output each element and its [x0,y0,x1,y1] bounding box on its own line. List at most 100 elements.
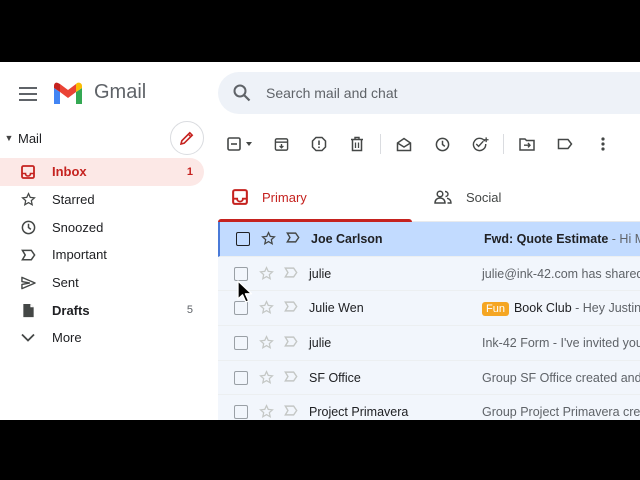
select-all-dropdown[interactable] [218,130,262,158]
search-bar[interactable]: Search mail and chat [218,72,640,114]
snooze-button[interactable] [423,130,461,158]
email-sender: Julie Wen [309,301,364,316]
row-checkbox[interactable] [236,231,250,246]
sidebar-item-label: Starred [52,192,95,208]
people-icon [434,190,452,204]
delete-button[interactable] [338,130,376,158]
gmail-logo[interactable]: Gmail [52,80,146,104]
star-icon[interactable] [259,300,274,318]
labels-button[interactable] [546,130,584,158]
tab-primary[interactable]: Primary [218,172,412,222]
tab-label: Primary [262,189,307,205]
sidebar-item-label: Drafts [52,302,90,318]
label-badge[interactable]: Fun [482,301,509,316]
email-snippet: - Hi Mike [611,231,640,246]
category-tabs: Primary Social [218,172,640,222]
toolbar-divider [503,134,504,154]
send-icon [20,275,36,291]
sidebar-item-label: Snoozed [52,219,104,235]
search-input[interactable]: Search mail and chat [266,85,398,101]
star-icon[interactable] [261,231,276,249]
sidebar-item-sent[interactable]: Sent [0,269,204,297]
sidebar-item-label: More [52,330,82,346]
add-to-tasks-button[interactable] [461,130,499,158]
email-snippet: Group SF Office created and [482,370,640,385]
email-subject-line: Fwd: Quote Estimate - Hi Mike [484,232,640,246]
compose-button[interactable] [170,121,204,155]
main-menu-button[interactable] [14,80,42,108]
email-row[interactable]: julie julie@ink-42.com has shared [218,256,640,292]
more-vert-icon [601,137,605,151]
important-icon[interactable] [284,371,298,385]
email-row[interactable]: Julie Wen Fun Book Club - Hey Justin [218,291,640,327]
row-checkbox[interactable] [234,405,248,420]
add-task-icon [472,137,489,152]
snooze-icon [435,137,449,151]
gmail-m-icon [54,82,82,104]
mark-as-read-button[interactable] [385,130,423,158]
email-subject-line: Group SF Office created and [482,371,640,385]
sidebar-item-inbox[interactable]: Inbox 1 [0,158,204,186]
sidebar-item-drafts[interactable]: Drafts 5 [0,296,204,324]
email-snippet: julie@ink-42.com has shared [482,266,640,281]
sidebar-item-label: Sent [52,275,79,291]
email-row[interactable]: Project Primavera Group Project Primavera… [218,395,640,420]
row-checkbox[interactable] [234,266,248,281]
sidebar-item-important[interactable]: Important [0,241,204,269]
sidebar-item-snoozed[interactable]: Snoozed [0,213,204,241]
more-options-button[interactable] [584,130,622,158]
email-row[interactable]: Joe Carlson Fwd: Quote Estimate - Hi Mike [218,222,640,257]
mail-section-header[interactable]: ▼ Mail [0,128,42,148]
sidebar-item-label: Important [52,247,107,263]
email-subject-line: julie@ink-42.com has shared [482,267,640,281]
email-snippet: Ink-42 Form - I've invited you [482,335,640,350]
email-row[interactable]: SF Office Group SF Office created and [218,360,640,396]
archive-button[interactable] [262,130,300,158]
email-snippet: Group Project Primavera crea [482,405,640,420]
important-icon[interactable] [284,405,298,419]
row-checkbox[interactable] [234,370,248,385]
mail-toolbar [218,124,640,164]
label-icon [557,138,573,150]
important-icon[interactable] [284,267,298,281]
chevron-down-icon [20,330,36,346]
email-sender: SF Office [309,370,361,385]
move-to-icon [519,138,535,151]
email-list: Joe Carlson Fwd: Quote Estimate - Hi Mike… [218,222,640,420]
sidebar-item-label: Inbox [52,164,87,180]
app-name: Gmail [94,80,147,103]
row-checkbox[interactable] [234,335,248,350]
email-subject: Book Club [513,300,572,315]
toolbar-divider [380,134,381,154]
star-icon[interactable] [259,335,274,353]
draft-count: 5 [186,304,193,317]
gmail-window: Gmail Search mail and chat ▼ Mail Inbox … [0,62,640,420]
move-to-button[interactable] [508,130,546,158]
report-spam-button[interactable] [300,130,338,158]
star-icon [20,192,36,208]
important-icon [20,247,36,263]
sidebar-item-more[interactable]: More [0,324,204,352]
mouse-cursor-icon [237,280,253,309]
mail-section-label: Mail [18,130,42,146]
main-panel: Primary Social Joe Carlson Fwd: Quote Est… [218,124,640,420]
tab-label: Social [466,189,502,205]
sidebar-item-starred[interactable]: Starred [0,186,204,214]
email-sender: Project Primavera [309,405,409,420]
email-row[interactable]: julie Ink-42 Form - I've invited you [218,326,640,361]
sidebar-nav: Inbox 1 Starred Snoozed Important Sent D… [0,158,204,352]
select-checkbox-icon [227,137,252,151]
important-icon[interactable] [284,301,298,315]
star-icon[interactable] [259,404,274,420]
inbox-icon [232,189,248,205]
email-snippet: - Hey Justin [571,300,640,315]
search-icon[interactable] [218,84,266,102]
star-icon[interactable] [259,369,274,388]
tab-social[interactable]: Social [434,172,634,222]
important-icon[interactable] [286,232,300,246]
email-sender: julie [309,266,332,281]
clock-icon [20,219,36,235]
star-icon[interactable] [259,265,274,284]
important-icon[interactable] [284,336,298,350]
mark-read-icon [396,137,412,151]
